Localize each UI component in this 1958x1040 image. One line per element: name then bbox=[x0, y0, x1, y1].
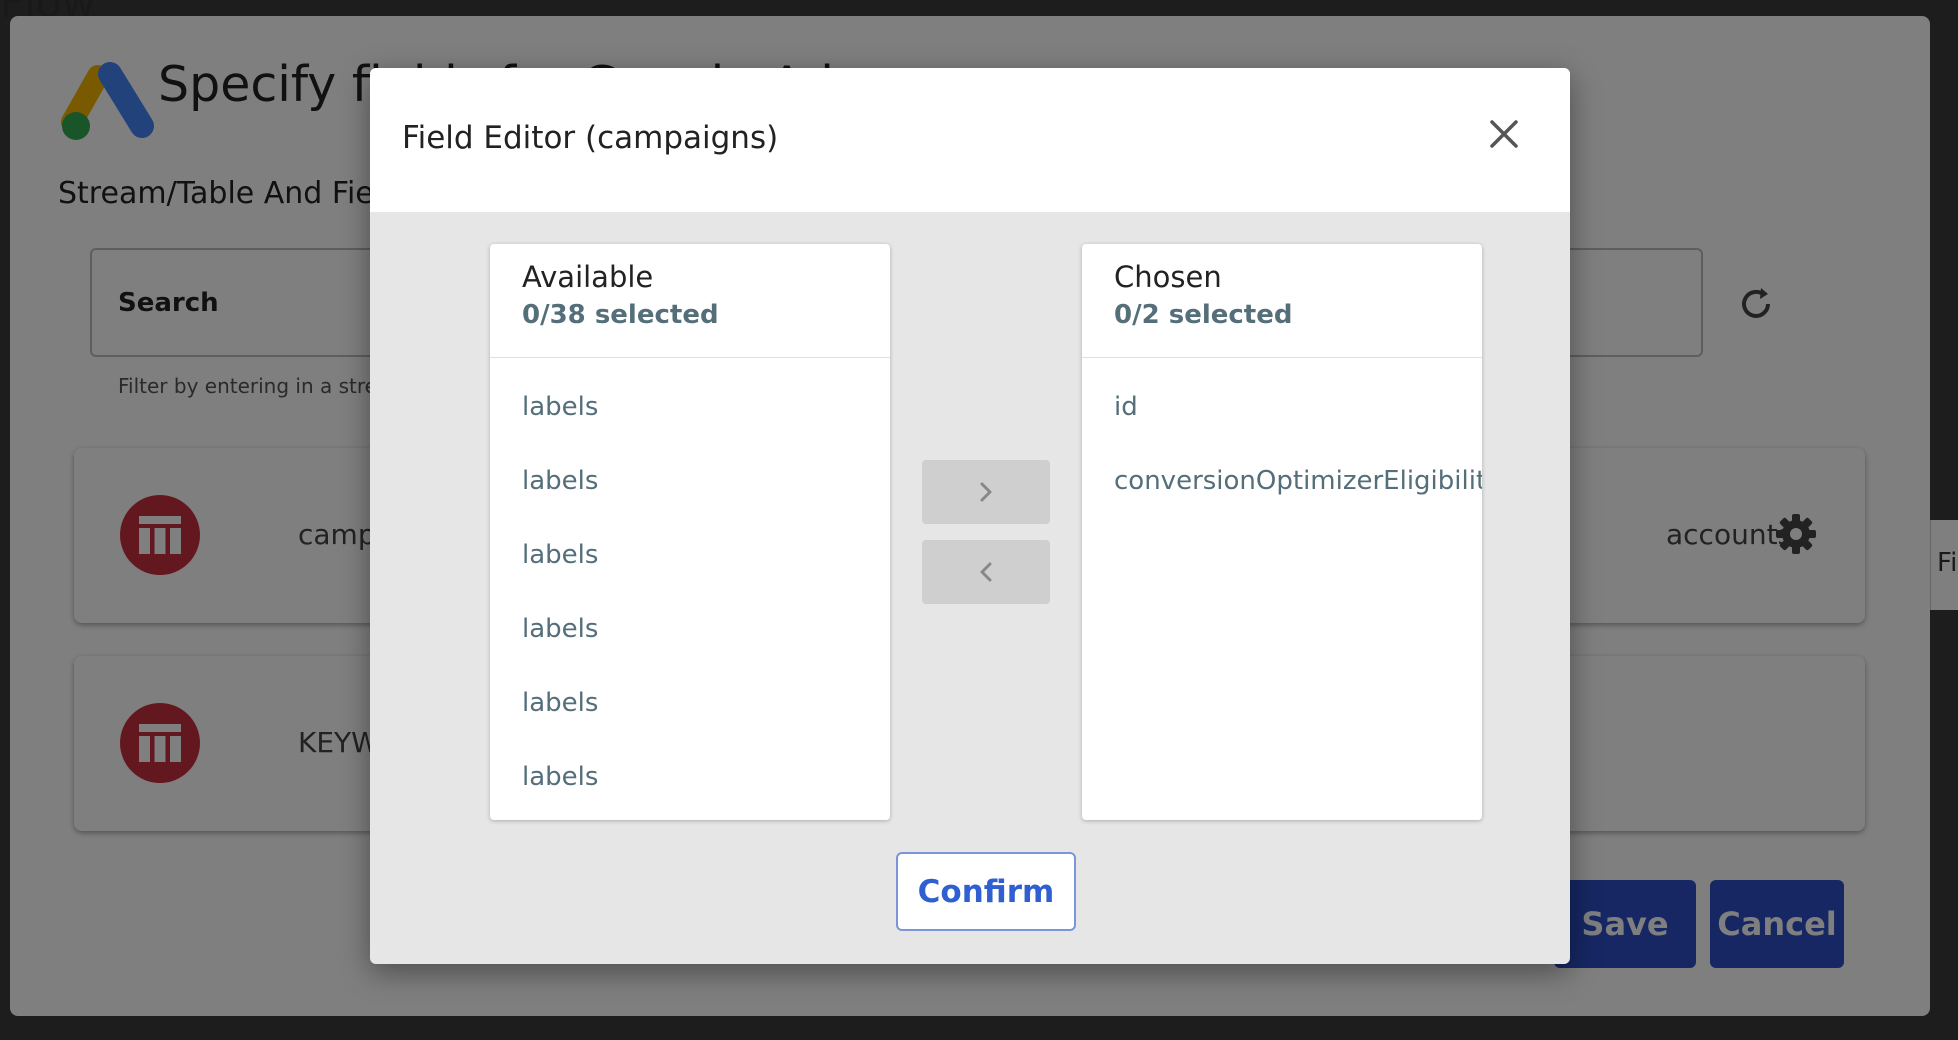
close-icon[interactable] bbox=[1482, 112, 1526, 156]
available-list-item[interactable]: labels bbox=[490, 602, 890, 676]
available-list-header: Available 0/38 selected bbox=[490, 244, 890, 358]
field-editor-dialog: Field Editor (campaigns) Available 0/38 … bbox=[370, 68, 1570, 964]
chosen-list-header: Chosen 0/2 selected bbox=[1082, 244, 1482, 358]
move-right-button[interactable] bbox=[922, 460, 1050, 524]
chosen-list-title: Chosen bbox=[1114, 260, 1222, 294]
chosen-list-item[interactable]: conversionOptimizerEligibility bbox=[1082, 454, 1482, 528]
chevron-left-icon bbox=[980, 562, 992, 582]
move-left-button[interactable] bbox=[922, 540, 1050, 604]
available-list-item[interactable]: labels bbox=[490, 380, 890, 454]
available-list-title: Available bbox=[522, 260, 654, 294]
chevron-right-icon bbox=[980, 482, 992, 502]
dialog-header: Field Editor (campaigns) bbox=[370, 68, 1570, 212]
available-list-item[interactable]: labels bbox=[490, 750, 890, 820]
available-list-item[interactable]: labels bbox=[490, 454, 890, 528]
available-list-item[interactable]: labels bbox=[490, 676, 890, 750]
available-list: Available 0/38 selected labels labels la… bbox=[490, 244, 890, 820]
chosen-list-item[interactable]: id bbox=[1082, 380, 1482, 454]
available-selected-count: 0/38 selected bbox=[522, 300, 719, 330]
available-list-item[interactable]: labels bbox=[490, 528, 890, 602]
chosen-list: Chosen 0/2 selected id conversionOptimiz… bbox=[1082, 244, 1482, 820]
dialog-title: Field Editor (campaigns) bbox=[402, 120, 779, 156]
confirm-button[interactable]: Confirm bbox=[896, 852, 1076, 931]
chosen-selected-count: 0/2 selected bbox=[1114, 300, 1293, 330]
